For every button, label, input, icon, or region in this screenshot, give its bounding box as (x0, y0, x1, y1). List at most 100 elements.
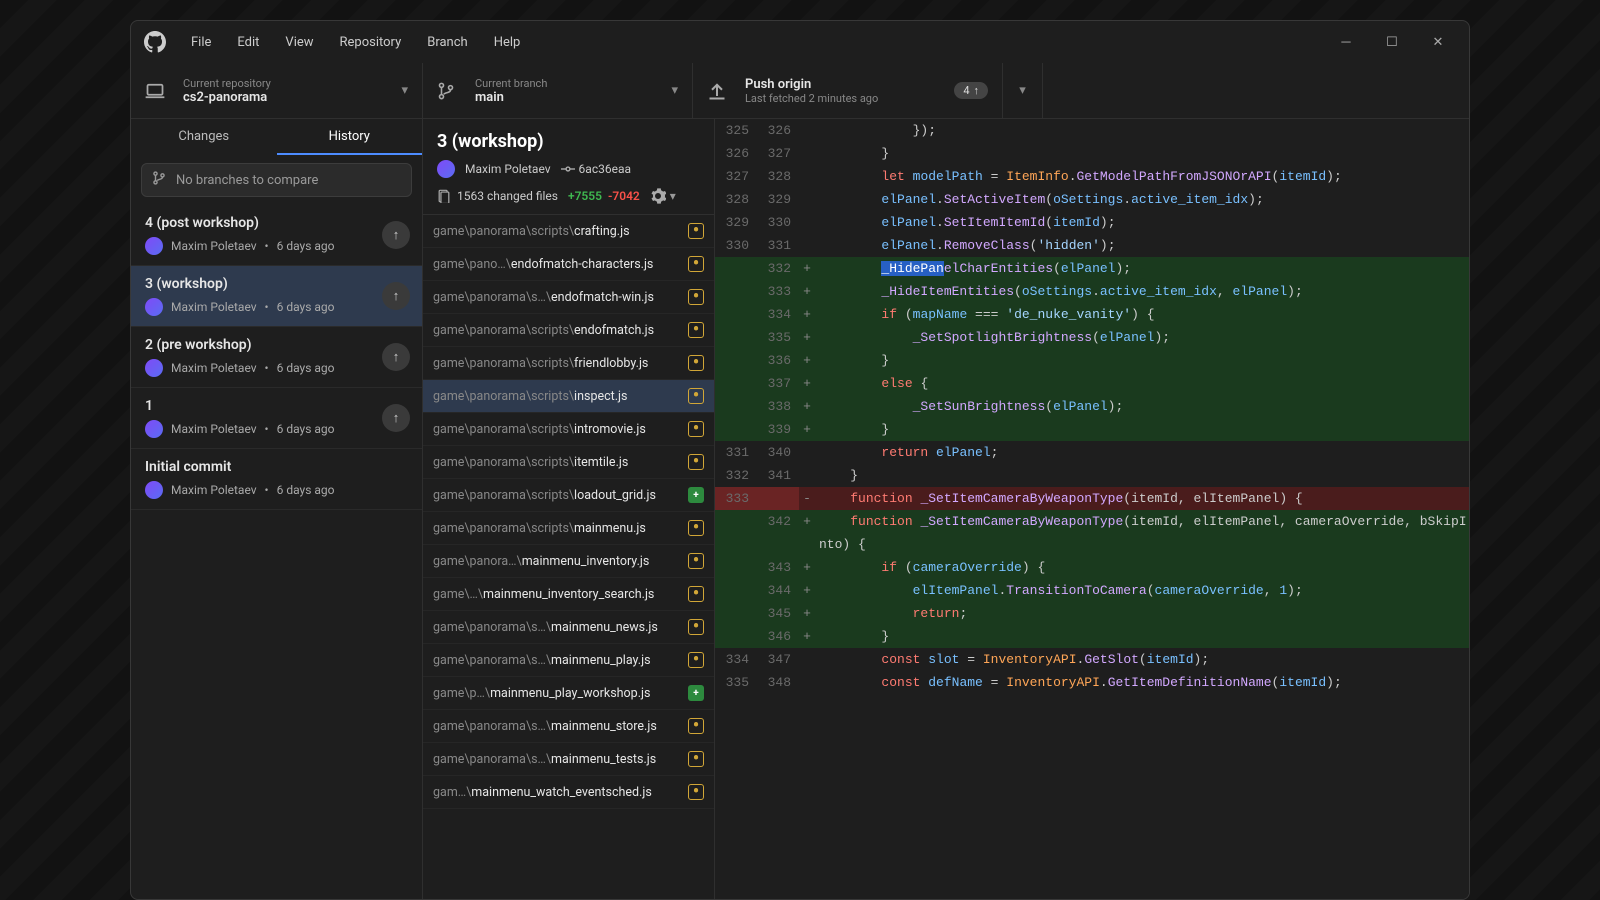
file-row[interactable]: game\panorama\scripts\loadout_grid.js (423, 479, 714, 512)
file-row[interactable]: game\pano…\endofmatch-characters.js (423, 248, 714, 281)
diff-line[interactable]: 337+ else { (715, 372, 1469, 395)
file-row[interactable]: game\panorama\scripts\crafting.js (423, 215, 714, 248)
old-line-number (715, 533, 757, 556)
new-line-number: 341 (757, 464, 799, 487)
old-line-number: 333 (715, 487, 757, 510)
diff-line[interactable]: 332+ _HidePanelCharEntities(elPanel); (715, 257, 1469, 280)
diff-line[interactable]: 330331 elPanel.RemoveClass('hidden'); (715, 234, 1469, 257)
file-row[interactable]: game\panorama\s…\mainmenu_tests.js (423, 743, 714, 776)
old-line-number (715, 280, 757, 303)
avatar (145, 237, 163, 255)
commit-title: 1 (145, 398, 410, 414)
file-row[interactable]: gam…\mainmenu_watch_eventsched.js (423, 776, 714, 809)
git-branch-icon (152, 171, 166, 189)
branch-dropdown[interactable]: Current branch main ▾ (423, 63, 693, 118)
maximize-button[interactable]: ☐ (1369, 24, 1415, 60)
modified-icon (688, 454, 704, 470)
modified-icon (688, 652, 704, 668)
file-row[interactable]: game\panora…\mainmenu_inventory.js (423, 545, 714, 578)
diff-line[interactable]: nto) { (715, 533, 1469, 556)
added-icon (688, 487, 704, 503)
close-button[interactable]: ✕ (1415, 24, 1461, 60)
settings-button[interactable]: ▾ (650, 188, 676, 204)
diff-line[interactable]: 334347 const slot = InventoryAPI.GetSlot… (715, 648, 1469, 671)
menu-help[interactable]: Help (482, 29, 533, 56)
file-row[interactable]: game\panorama\scripts\inspect.js (423, 380, 714, 413)
commit-row[interactable]: 1 Maxim Poletaev • 6 days ago ↑ (131, 388, 422, 449)
push-menu-dropdown[interactable]: ▾ (1003, 63, 1043, 118)
modified-icon (688, 223, 704, 239)
app-window: File Edit View Repository Branch Help ─ … (130, 20, 1470, 900)
diff-line[interactable]: 325326 }); (715, 119, 1469, 142)
new-line-number (757, 533, 799, 556)
file-row[interactable]: game\panorama\s…\endofmatch-win.js (423, 281, 714, 314)
repo-dropdown[interactable]: Current repository cs2-panorama ▾ (131, 63, 423, 118)
file-row[interactable]: game\panorama\s…\mainmenu_store.js (423, 710, 714, 743)
commit-row[interactable]: 2 (pre workshop) Maxim Poletaev • 6 days… (131, 327, 422, 388)
modified-icon (688, 553, 704, 569)
diff-line[interactable]: 333+ _HideItemEntities(oSettings.active_… (715, 280, 1469, 303)
old-line-number: 327 (715, 165, 757, 188)
diff-line[interactable]: 333- function _SetItemCameraByWeaponType… (715, 487, 1469, 510)
file-row[interactable]: game\panorama\s…\mainmenu_news.js (423, 611, 714, 644)
file-row[interactable]: game\…\mainmenu_inventory_search.js (423, 578, 714, 611)
old-line-number (715, 257, 757, 280)
diff-line[interactable]: 342+ function _SetItemCameraByWeaponType… (715, 510, 1469, 533)
diff-line[interactable]: 344+ elItemPanel.TransitionToCamera(came… (715, 579, 1469, 602)
diff-view[interactable]: 325326 });326327 }327328 let modelPath =… (715, 119, 1469, 899)
diff-line[interactable]: 328329 elPanel.SetActiveItem(oSettings.a… (715, 188, 1469, 211)
tab-history[interactable]: History (277, 119, 423, 155)
diff-line[interactable]: 346+ } (715, 625, 1469, 648)
diff-line[interactable]: 326327 } (715, 142, 1469, 165)
new-line-number: 335 (757, 326, 799, 349)
minimize-button[interactable]: ─ (1323, 24, 1369, 60)
old-line-number: 332 (715, 464, 757, 487)
diff-line[interactable]: 335348 const defName = InventoryAPI.GetI… (715, 671, 1469, 694)
diff-line[interactable]: 343+ if (cameraOverride) { (715, 556, 1469, 579)
file-row[interactable]: game\panorama\scripts\friendlobby.js (423, 347, 714, 380)
commit-row[interactable]: 4 (post workshop) Maxim Poletaev • 6 day… (131, 205, 422, 266)
modified-icon (688, 322, 704, 338)
diff-line[interactable]: 336+ } (715, 349, 1469, 372)
push-commit-button[interactable]: ↑ (382, 343, 410, 371)
menu-view[interactable]: View (273, 29, 325, 56)
menu-branch[interactable]: Branch (415, 29, 479, 56)
commit-time: 6 days ago (277, 300, 335, 314)
commit-author: Maxim Poletaev (171, 300, 257, 314)
commit-author: Maxim Poletaev (171, 483, 257, 497)
diff-line[interactable]: 335+ _SetSpotlightBrightness(elPanel); (715, 326, 1469, 349)
commit-row[interactable]: 3 (workshop) Maxim Poletaev • 6 days ago… (131, 266, 422, 327)
diff-line[interactable]: 329330 elPanel.SetItemItemId(itemId); (715, 211, 1469, 234)
menu-file[interactable]: File (179, 29, 223, 56)
file-row[interactable]: game\panorama\scripts\endofmatch.js (423, 314, 714, 347)
diff-line[interactable]: 334+ if (mapName === 'de_nuke_vanity') { (715, 303, 1469, 326)
diff-line[interactable]: 345+ return; (715, 602, 1469, 625)
tab-changes[interactable]: Changes (131, 119, 277, 155)
modified-icon (688, 751, 704, 767)
diff-line[interactable]: 339+ } (715, 418, 1469, 441)
diff-line[interactable]: 338+ _SetSunBrightness(elPanel); (715, 395, 1469, 418)
modified-icon (688, 256, 704, 272)
avatar (145, 420, 163, 438)
diff-line[interactable]: 327328 let modelPath = ItemInfo.GetModel… (715, 165, 1469, 188)
push-commit-button[interactable]: ↑ (382, 282, 410, 310)
push-commit-button[interactable]: ↑ (382, 404, 410, 432)
new-line-number: 327 (757, 142, 799, 165)
commit-row[interactable]: Initial commit Maxim Poletaev • 6 days a… (131, 449, 422, 510)
push-button[interactable]: Push origin Last fetched 2 minutes ago 4… (693, 63, 1003, 118)
compare-branch-button[interactable]: No branches to compare (141, 163, 412, 197)
push-commit-button[interactable]: ↑ (382, 221, 410, 249)
file-row[interactable]: game\panorama\scripts\mainmenu.js (423, 512, 714, 545)
new-line-number: 343 (757, 556, 799, 579)
new-line-number: 338 (757, 395, 799, 418)
diff-line[interactable]: 331340 return elPanel; (715, 441, 1469, 464)
commit-title: 4 (post workshop) (145, 215, 410, 231)
file-row[interactable]: game\panorama\scripts\intromovie.js (423, 413, 714, 446)
menu-repository[interactable]: Repository (328, 29, 414, 56)
file-row[interactable]: game\p…\mainmenu_play_workshop.js (423, 677, 714, 710)
file-row[interactable]: game\panorama\scripts\itemtile.js (423, 446, 714, 479)
diff-line[interactable]: 332341 } (715, 464, 1469, 487)
menu-edit[interactable]: Edit (225, 29, 271, 56)
file-row[interactable]: game\panorama\s…\mainmenu_play.js (423, 644, 714, 677)
old-line-number (715, 510, 757, 533)
